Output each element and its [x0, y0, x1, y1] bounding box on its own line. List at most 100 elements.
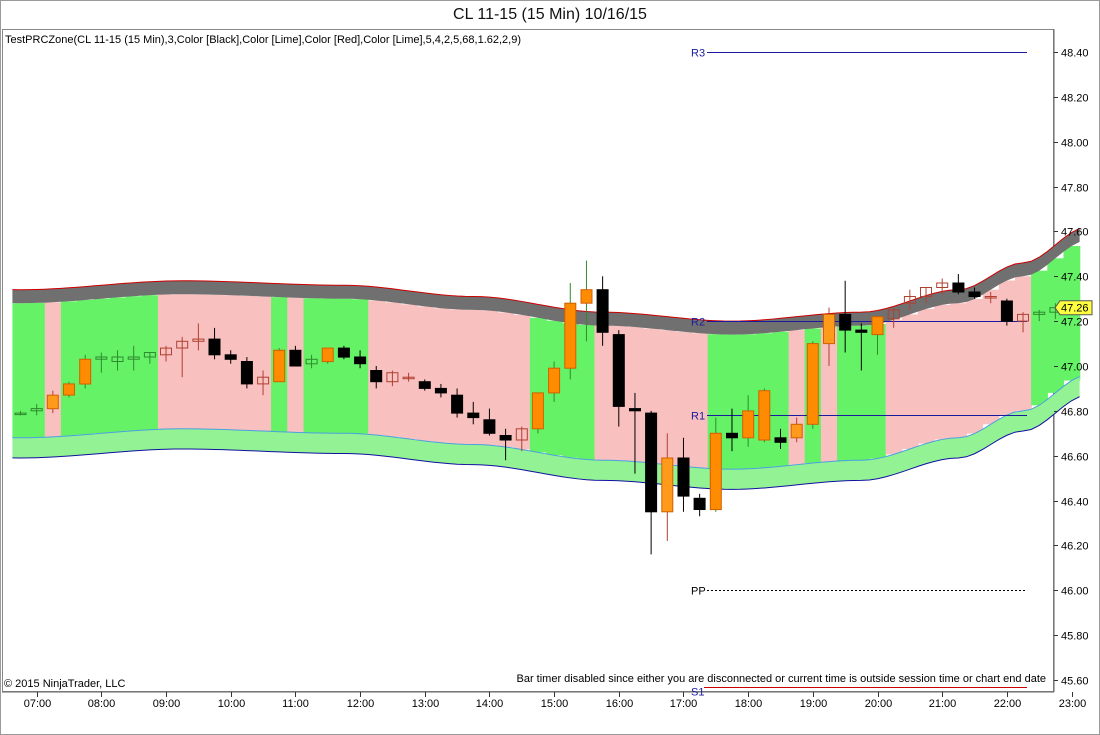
indicator-label: TestPRCZone(CL 11-15 (15 Min),3,Color [B…	[5, 34, 521, 46]
zone-segment	[190, 294, 208, 429]
x-tick-label: 09:00	[153, 698, 181, 710]
candle-body	[467, 412, 480, 419]
last-price-marker: 47.26	[1054, 300, 1093, 316]
candle-body	[742, 410, 755, 439]
zone-segment	[384, 302, 402, 437]
y-tick-label: 48.20	[1061, 93, 1089, 105]
candle-body	[79, 358, 92, 385]
level-label-pp: PP	[691, 586, 706, 598]
zone-segment	[319, 298, 337, 434]
candle-body	[629, 408, 641, 412]
candle-body	[1000, 300, 1013, 322]
candle-body	[434, 387, 447, 394]
candle-body	[337, 347, 350, 358]
candle	[758, 388, 771, 443]
zone-segment	[1031, 270, 1048, 406]
candle-body	[855, 329, 868, 333]
zone-segment	[44, 302, 62, 437]
candle-body	[418, 381, 431, 389]
y-tick-label: 45.80	[1061, 631, 1089, 643]
y-tick-label: 46.80	[1061, 407, 1089, 419]
zone-segment	[982, 289, 1000, 425]
y-tick-label: 47.00	[1061, 362, 1089, 374]
zone-segment	[1015, 276, 1032, 411]
zone-segment	[449, 309, 466, 444]
candle-body	[224, 354, 237, 360]
chart-window: R3 R2 R1 PP S1 48.40 48.20 48.00 47.80 47.60 47.4…	[0, 0, 1100, 735]
zone-segment	[416, 306, 434, 441]
zone-segment	[432, 308, 450, 443]
candle-body	[240, 361, 253, 385]
candle-body	[952, 282, 965, 293]
level-label-r1: R1	[691, 411, 705, 423]
x-tick-label: 14:00	[476, 698, 504, 710]
candle-body	[46, 394, 59, 410]
y-tick-label: 46.20	[1061, 541, 1089, 553]
candle-body	[758, 390, 771, 441]
zone-segment	[400, 304, 418, 439]
candle-body	[531, 392, 544, 430]
candle-body	[208, 338, 221, 356]
candle-body	[289, 349, 302, 367]
candle	[531, 392, 544, 434]
x-tick-label: 15:00	[541, 698, 569, 710]
candle	[63, 381, 75, 398]
candle-body	[564, 302, 577, 369]
x-tick-label: 22:00	[994, 698, 1022, 710]
candle	[337, 345, 350, 360]
zone-segment	[12, 303, 30, 438]
y-tick-label: 47.80	[1061, 183, 1089, 195]
level-label-r3: R3	[691, 48, 705, 60]
candle-body	[499, 435, 512, 441]
candle-body	[661, 457, 674, 513]
bar-timer-message: Bar timer disabled since either you are …	[517, 673, 1047, 685]
zone-segment	[255, 296, 272, 432]
y-tick-label: 46.40	[1061, 497, 1089, 509]
x-tick-label: 20:00	[865, 698, 893, 710]
candle-body	[677, 457, 690, 497]
zone-segment	[691, 333, 709, 468]
candle-body	[580, 289, 593, 304]
x-tick-label: 21:00	[929, 698, 957, 710]
candle-body	[726, 432, 738, 439]
candle-body	[354, 356, 367, 365]
last-price-label: 47.26	[1061, 303, 1089, 315]
candle-body	[790, 423, 803, 439]
y-tick-label: 48.00	[1061, 138, 1089, 150]
zone-segment	[157, 294, 175, 430]
zone-segment	[934, 304, 951, 440]
candle-body	[871, 316, 884, 336]
candle-body	[968, 291, 981, 297]
zone-segment	[966, 299, 984, 434]
candle-body	[693, 497, 706, 510]
candle-body	[548, 367, 561, 394]
candle	[321, 347, 334, 364]
candle	[79, 354, 92, 389]
y-tick-label: 47.20	[1061, 317, 1089, 329]
y-tick-label: 47.60	[1061, 227, 1089, 239]
zone-segment	[917, 309, 935, 444]
y-tick-label: 48.40	[1061, 48, 1089, 60]
candle	[1000, 298, 1013, 326]
x-tick-label: 18:00	[735, 698, 763, 710]
x-tick-label: 19:00	[800, 698, 828, 710]
x-tick-label: 10:00	[218, 698, 246, 710]
chart-canvas[interactable]: R3 R2 R1 PP S1 48.40 48.20 48.00 47.80 47.60 47.4…	[0, 0, 1100, 735]
candle-body	[370, 370, 383, 383]
zone-segment	[578, 325, 596, 460]
zone-segment	[206, 294, 224, 430]
y-tick-label: 45.60	[1061, 676, 1089, 688]
candle-body	[823, 313, 835, 345]
candle-body	[774, 437, 787, 443]
candle-body	[321, 347, 334, 363]
candle-body	[806, 343, 819, 425]
y-tick-label: 47.40	[1061, 272, 1089, 284]
chart-title: CL 11-15 (15 Min) 10/16/15	[453, 6, 647, 23]
candle-body	[839, 313, 852, 331]
x-tick-label: 11:00	[282, 698, 309, 710]
zone-segment	[901, 314, 919, 449]
zone-segment	[885, 319, 903, 455]
y-tick-label: 46.60	[1061, 452, 1089, 464]
zone-segment	[950, 303, 968, 438]
zone-segment	[60, 301, 78, 436]
